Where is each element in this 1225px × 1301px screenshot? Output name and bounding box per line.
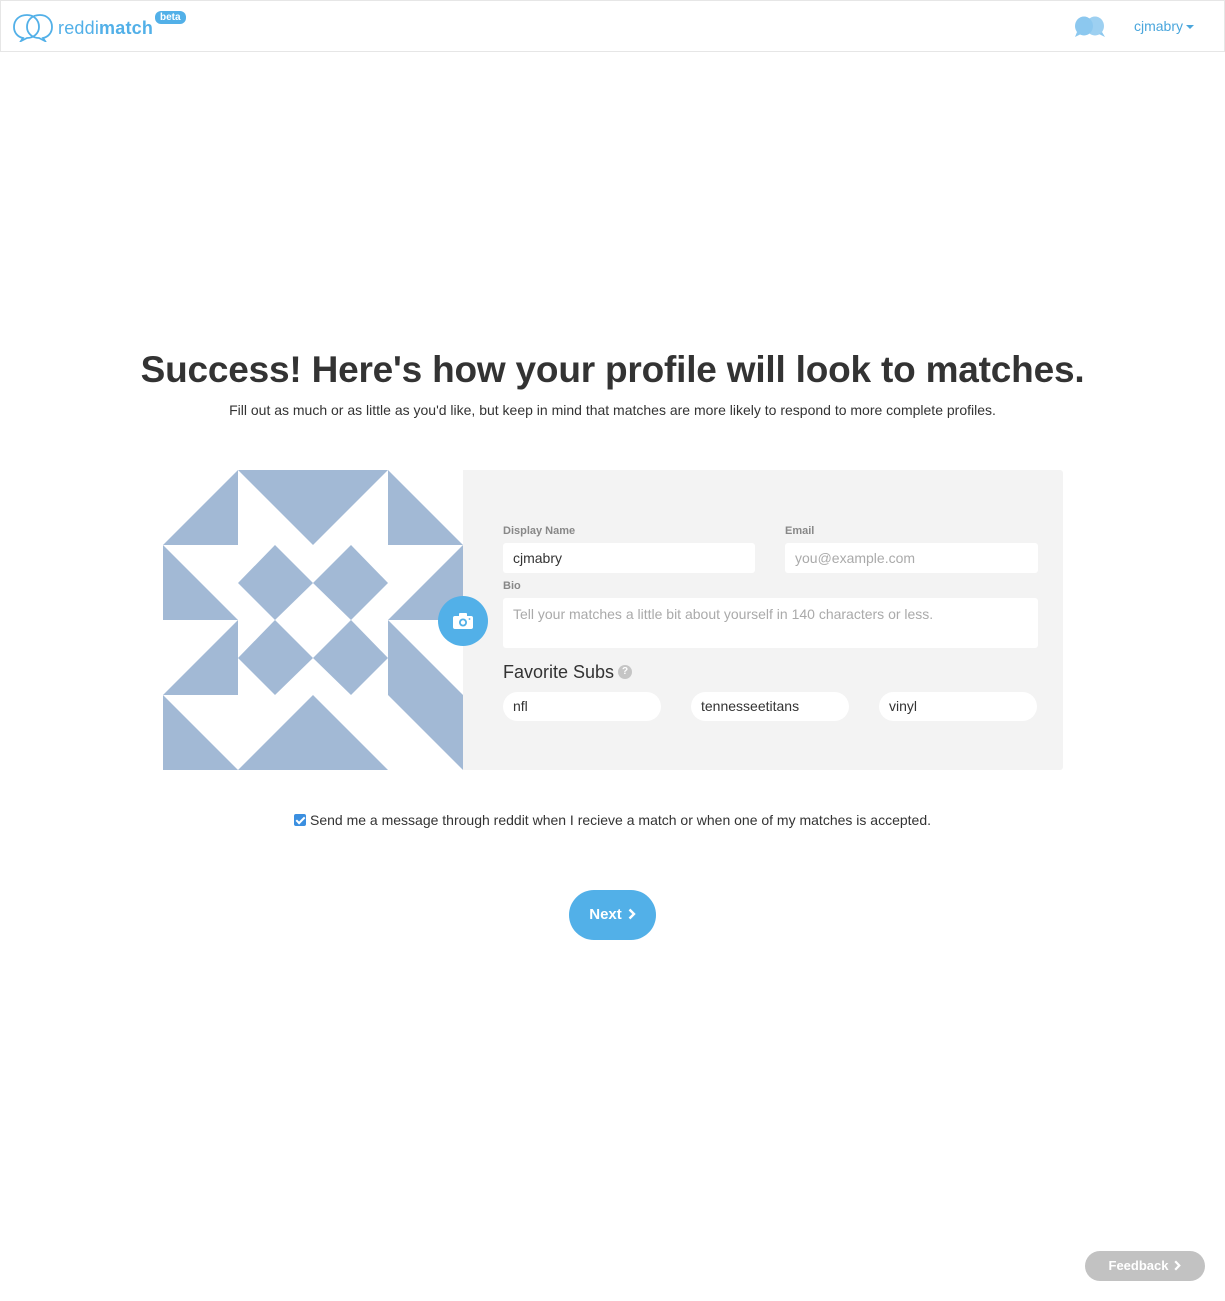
favorite-subs-heading: Favorite Subs?: [503, 662, 633, 683]
bio-label: Bio: [503, 580, 521, 592]
favorite-subs-label: Favorite Subs: [503, 662, 615, 682]
feedback-label: Feedback: [1108, 1258, 1169, 1273]
chat-bubbles-icon[interactable]: [1074, 16, 1106, 38]
next-button[interactable]: Next: [569, 890, 656, 940]
notify-checkbox[interactable]: [294, 814, 306, 826]
feedback-button[interactable]: Feedback: [1085, 1251, 1205, 1281]
chevron-down-icon: [1186, 25, 1195, 30]
logo-bubbles-icon: [13, 14, 53, 42]
email-input[interactable]: [785, 543, 1038, 573]
navbar: reddimatch beta cjmabry: [0, 0, 1225, 52]
email-label: Email: [785, 525, 815, 537]
display-name-label: Display Name: [503, 525, 576, 537]
profile-card: Display Name Email Bio Favorite Subs? nf…: [163, 470, 1063, 770]
page-subtitle: Fill out as much or as little as you'd l…: [229, 402, 996, 418]
favorite-sub-1[interactable]: nfl: [503, 692, 661, 721]
help-icon[interactable]: ?: [618, 665, 633, 680]
beta-badge: beta: [155, 11, 186, 24]
avatar-identicon: [163, 470, 463, 770]
notify-label[interactable]: Send me a message through reddit when I …: [310, 812, 931, 828]
change-photo-button[interactable]: [438, 596, 488, 646]
page-title: Success! Here's how your profile will lo…: [140, 349, 1085, 390]
chevron-right-icon: [628, 908, 636, 920]
chevron-right-icon: [1174, 1260, 1182, 1271]
next-label: Next: [589, 906, 622, 923]
user-menu[interactable]: cjmabry: [1134, 18, 1195, 34]
notify-option: Send me a message through reddit when I …: [0, 812, 1225, 828]
logo-text: reddimatch: [58, 18, 154, 38]
username: cjmabry: [1134, 18, 1184, 34]
bio-textarea[interactable]: [503, 598, 1038, 648]
camera-icon: [453, 613, 473, 629]
display-name-input[interactable]: [503, 543, 755, 573]
favorite-sub-2[interactable]: tennesseetitans: [691, 692, 849, 721]
favorite-sub-3[interactable]: vinyl: [879, 692, 1037, 721]
